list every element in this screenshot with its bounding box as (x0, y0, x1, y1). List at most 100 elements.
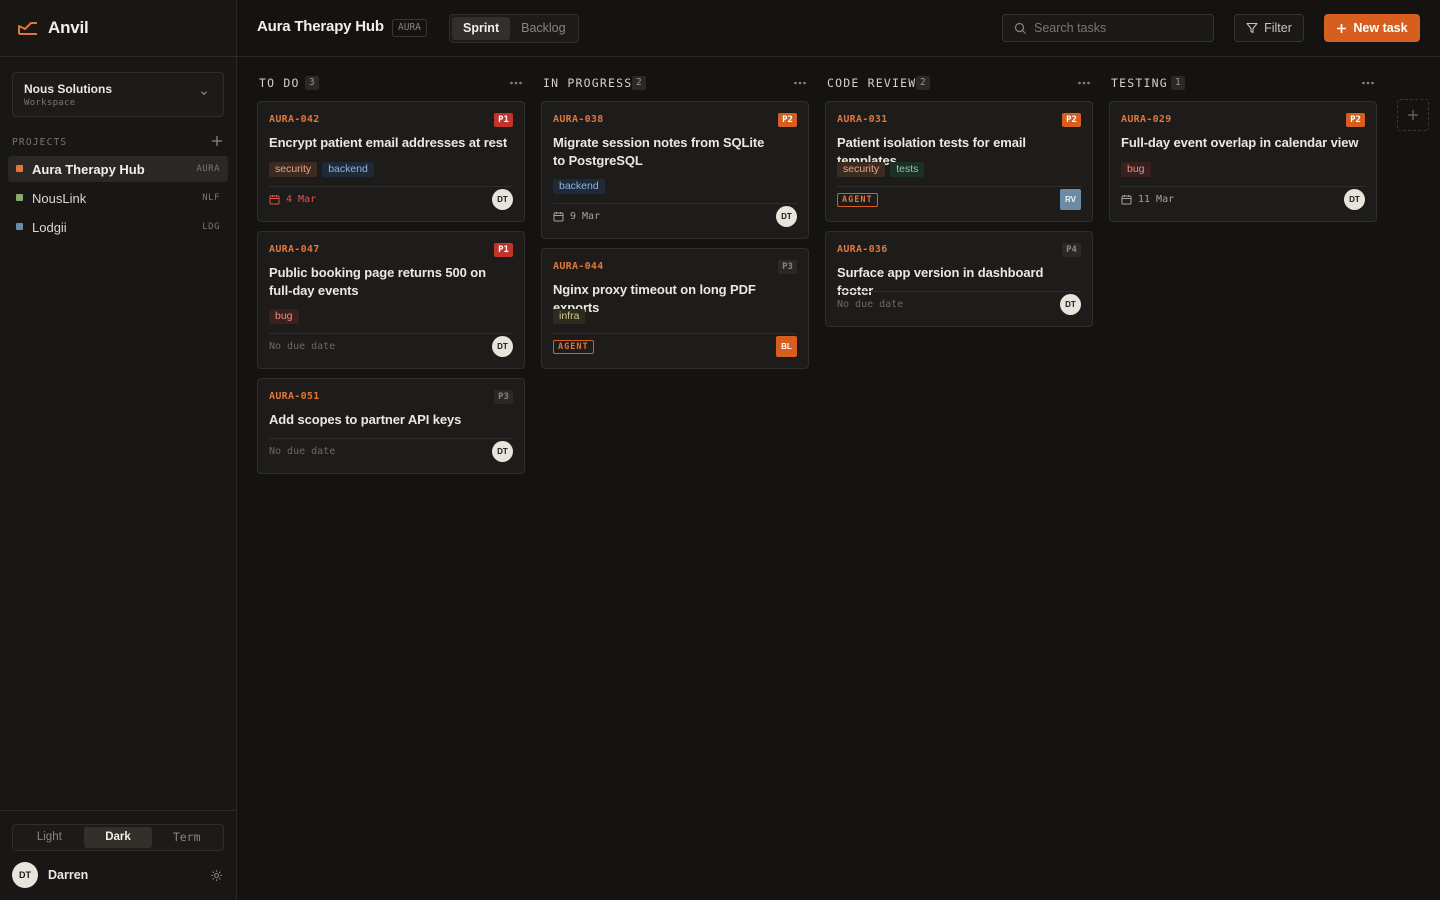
view-tabs: Sprint Backlog (449, 14, 579, 43)
divider (1121, 186, 1365, 187)
tag-list: bug (1121, 162, 1151, 177)
avatar: DT (12, 862, 38, 888)
task-id: AURA-047 (269, 244, 320, 255)
due-date: No due date (837, 299, 903, 310)
priority-badge: P3 (778, 260, 797, 274)
due-date-text: No due date (269, 446, 336, 457)
anvil-logo-icon (18, 22, 37, 35)
project-color-dot (16, 223, 23, 230)
avatar: DT (492, 441, 513, 462)
theme-option-dark[interactable]: Dark (83, 827, 153, 848)
plus-icon (1337, 23, 1347, 33)
task-id: AURA-042 (269, 114, 320, 125)
tag: tests (890, 162, 925, 177)
column-title: TO DO (259, 76, 300, 90)
page-title: Aura Therapy Hub (257, 18, 384, 35)
agent-badge: AGENT (553, 340, 594, 354)
sidebar-item-label: Lodgii (32, 220, 67, 235)
tag-list: security backend (269, 162, 374, 177)
avatar: BL (776, 336, 797, 357)
calendar-icon (269, 195, 280, 205)
priority-badge: P1 (494, 113, 513, 127)
sidebar-item-label: Aura Therapy Hub (32, 162, 145, 177)
task-card[interactable]: AURA-031 P2 Patient isolation tests for … (825, 101, 1093, 222)
tag: security (269, 162, 318, 177)
column-title: IN PROGRESS (543, 76, 633, 90)
tag: infra (553, 309, 586, 324)
column-testing: TESTING 1 AURA-029 P2 Full-day event ove… (1109, 72, 1377, 222)
project-key: NLF (202, 193, 220, 203)
due-date: No due date (269, 446, 335, 457)
chevron-down-icon (201, 91, 207, 96)
divider (553, 203, 797, 204)
tag: bug (1121, 162, 1151, 177)
task-card[interactable]: AURA-047 P1 Public booking page returns … (257, 231, 525, 369)
more-icon[interactable] (1361, 77, 1375, 89)
workspace-label: Workspace (24, 98, 76, 108)
tag-list: infra (553, 309, 586, 324)
task-card[interactable]: AURA-029 P2 Full-day event overlap in ca… (1109, 101, 1377, 222)
due-date-text: 11 Mar (1138, 194, 1175, 205)
sidebar-item-label: NousLink (32, 191, 87, 206)
sidebar-item-lodgii[interactable]: Lodgii LDG (8, 214, 228, 240)
column-count: 1 (1171, 76, 1185, 90)
column-title: CODE REVIEW (827, 76, 917, 90)
plus-icon (1408, 110, 1418, 120)
more-icon[interactable] (1077, 77, 1091, 89)
task-title: Nginx proxy timeout on long PDF exports (553, 282, 756, 315)
task-title: Public booking page returns 500 on full-… (269, 265, 486, 298)
task-card[interactable]: AURA-042 P1 Encrypt patient email addres… (257, 101, 525, 222)
filter-button[interactable]: Filter (1234, 14, 1304, 42)
gear-icon[interactable] (210, 869, 223, 882)
theme-option-term[interactable]: Term (152, 827, 221, 848)
user-profile[interactable]: DT Darren (12, 862, 88, 888)
search-input[interactable] (1034, 15, 1209, 41)
due-date-text: No due date (269, 341, 336, 352)
column-count: 2 (916, 76, 930, 90)
calendar-icon (553, 212, 564, 222)
column-header: TO DO 3 (257, 72, 525, 94)
filter-icon (1246, 22, 1258, 34)
add-column-button[interactable] (1397, 99, 1429, 131)
app-name: Anvil (48, 18, 89, 37)
task-card[interactable]: AURA-036 P4 Surface app version in dashb… (825, 231, 1093, 327)
column-todo: TO DO 3 AURA-042 P1 Encrypt patient emai… (257, 72, 525, 474)
task-id: AURA-038 (553, 114, 604, 125)
task-card[interactable]: AURA-051 P3 Add scopes to partner API ke… (257, 378, 525, 474)
new-task-button[interactable]: New task (1324, 14, 1420, 42)
priority-badge: P3 (494, 390, 513, 404)
divider (0, 810, 236, 811)
column-in-progress: IN PROGRESS 2 AURA-038 P2 Migrate sessio… (541, 72, 809, 369)
new-task-label: New task (1353, 21, 1408, 35)
task-id: AURA-044 (553, 261, 604, 272)
top-bar: Aura Therapy Hub AURA Sprint Backlog Fil… (237, 0, 1440, 57)
sidebar-item-aura-therapy-hub[interactable]: Aura Therapy Hub AURA (8, 156, 228, 182)
more-icon[interactable] (509, 77, 523, 89)
brand[interactable]: Anvil (18, 17, 89, 39)
tab-sprint[interactable]: Sprint (452, 17, 511, 40)
theme-switcher: Light Dark Term (12, 824, 224, 851)
due-date-text: 9 Mar (570, 211, 601, 222)
column-title: TESTING (1111, 76, 1168, 90)
column-header: TESTING 1 (1109, 72, 1377, 94)
avatar: DT (492, 189, 513, 210)
search-box (1002, 14, 1214, 42)
tag: bug (269, 309, 299, 324)
theme-option-light[interactable]: Light (15, 827, 84, 848)
task-id: AURA-031 (837, 114, 888, 125)
project-key: LDG (202, 222, 220, 232)
tab-backlog[interactable]: Backlog (510, 17, 576, 40)
avatar: DT (1060, 294, 1081, 315)
column-count: 2 (632, 76, 646, 90)
more-icon[interactable] (793, 77, 807, 89)
workspace-switcher[interactable]: Nous Solutions Workspace (12, 72, 224, 117)
add-project-icon[interactable] (210, 134, 224, 148)
sidebar-item-nouslink[interactable]: NousLink NLF (8, 185, 228, 211)
column-header: IN PROGRESS 2 (541, 72, 809, 94)
task-card[interactable]: AURA-038 P2 Migrate session notes from S… (541, 101, 809, 239)
divider (837, 291, 1081, 292)
task-card[interactable]: AURA-044 P3 Nginx proxy timeout on long … (541, 248, 809, 369)
project-key: AURA (196, 164, 220, 174)
tag-list: backend (553, 179, 605, 194)
priority-badge: P2 (1346, 113, 1365, 127)
